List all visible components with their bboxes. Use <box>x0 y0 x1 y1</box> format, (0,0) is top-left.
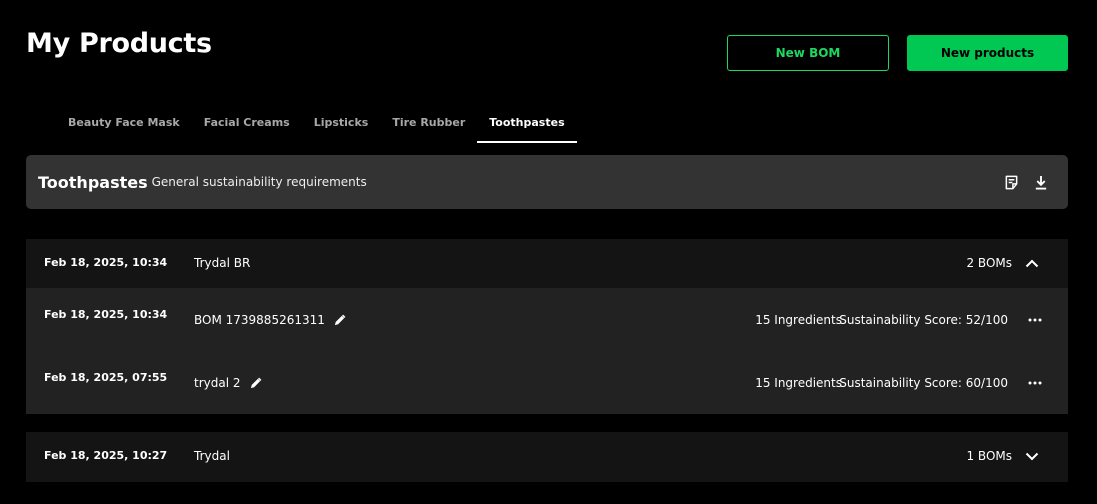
pencil-icon[interactable] <box>249 377 262 390</box>
requirements-title: Toothpastes <box>38 172 148 192</box>
group-name: Trydal <box>194 449 230 463</box>
new-bom-button[interactable]: New BOM <box>727 35 889 71</box>
bom-date: Feb 18, 2025, 10:34 <box>44 308 168 321</box>
bom-row[interactable]: Feb 18, 2025, 07:55 trydal 2 15 Ingredie… <box>26 351 1068 414</box>
tab-beauty-face-mask[interactable]: Beauty Face Mask <box>56 115 192 143</box>
bom-ingredients: 15 Ingredients <box>755 313 842 327</box>
pencil-icon[interactable] <box>333 314 346 327</box>
download-icon[interactable] <box>1031 172 1051 192</box>
bom-sustainability-score: Sustainability Score: 60/100 <box>839 376 1008 390</box>
bom-row[interactable]: Feb 18, 2025, 10:34 BOM 1739885261311 15… <box>26 288 1068 351</box>
group-date: Feb 18, 2025, 10:27 <box>44 449 168 462</box>
group-bom-count: 1 BOMs <box>966 449 1012 463</box>
group-date: Feb 18, 2025, 10:34 <box>44 256 168 269</box>
tab-toothpastes[interactable]: Toothpastes <box>477 115 577 143</box>
bom-name-container: BOM 1739885261311 <box>194 313 346 327</box>
tab-lipsticks[interactable]: Lipsticks <box>302 115 381 143</box>
product-tabs: Beauty Face Mask Facial Creams Lipsticks… <box>56 115 577 143</box>
chevron-up-icon[interactable] <box>1024 255 1040 271</box>
tab-tire-rubber[interactable]: Tire Rubber <box>380 115 477 143</box>
chevron-down-icon[interactable] <box>1024 448 1040 464</box>
bom-group-body: Feb 18, 2025, 10:34 BOM 1739885261311 15… <box>26 288 1068 414</box>
bom-name: trydal 2 <box>194 376 241 390</box>
bom-name-container: trydal 2 <box>194 376 262 390</box>
page-title: My Products <box>26 28 212 59</box>
notes-icon[interactable] <box>1001 172 1021 192</box>
group-bom-count: 2 BOMs <box>966 256 1012 270</box>
bom-group-header[interactable]: Feb 18, 2025, 10:27 Trydal 1 BOMs <box>26 432 1068 482</box>
bom-name: BOM 1739885261311 <box>194 313 325 327</box>
bom-date: Feb 18, 2025, 07:55 <box>44 371 168 384</box>
requirements-bar: Toothpastes General sustainability requi… <box>26 155 1068 209</box>
bom-ingredients: 15 Ingredients <box>755 376 842 390</box>
requirements-subtitle: General sustainability requirements <box>151 175 367 189</box>
more-options-icon[interactable] <box>1026 375 1044 391</box>
group-name: Trydal BR <box>194 256 251 270</box>
tab-facial-creams[interactable]: Facial Creams <box>192 115 302 143</box>
new-products-button[interactable]: New products <box>907 35 1068 71</box>
bom-group-header[interactable]: Feb 18, 2025, 10:34 Trydal BR 2 BOMs <box>26 239 1068 288</box>
bom-sustainability-score: Sustainability Score: 52/100 <box>839 313 1008 327</box>
more-options-icon[interactable] <box>1026 312 1044 328</box>
